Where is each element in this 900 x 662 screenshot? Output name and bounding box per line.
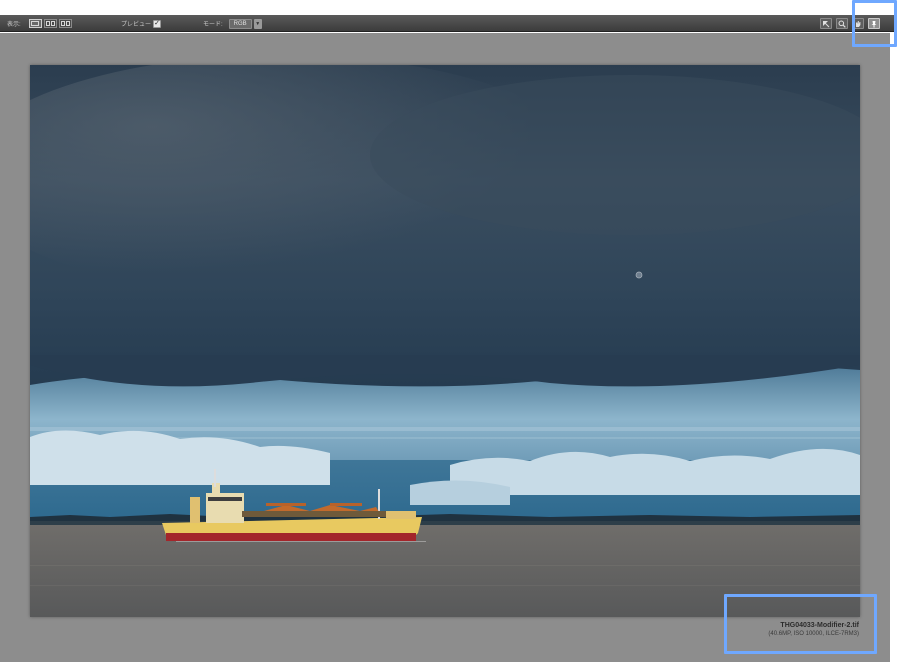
preview-image[interactable] [30,65,860,617]
single-view-icon [31,21,40,26]
view-mode-group: 表示: [7,15,74,32]
side-by-side-icon-right [50,21,55,26]
preview-label: プレビュー [121,22,152,28]
chevron-down-icon[interactable]: ▼ [253,18,262,29]
preview-checkbox[interactable]: ✓ [153,19,162,28]
file-info: THG04033-Modifier-2.tif (40.6MP, ISO 100… [768,621,859,639]
split-view-button[interactable] [58,19,72,28]
view-label: 表示: [7,22,21,28]
preview-toggle[interactable]: プレビュー ✓ [121,15,162,32]
zoom-tool-button[interactable] [836,18,848,29]
window-edge [890,33,900,662]
mode-label: モード: [203,22,223,28]
photo-preview [30,65,860,617]
mode-select-value: RGB [233,20,247,27]
side-by-side-view-button[interactable] [43,19,57,28]
single-view-button[interactable] [28,19,42,28]
preview-canvas[interactable]: THG04033-Modifier-2.tif (40.6MP, ISO 100… [0,33,890,662]
pin-tool-icon [871,20,877,27]
pin-tool-button[interactable] [868,18,880,29]
zoom-tool-icon [838,20,846,28]
arrow-tool-icon [823,20,830,27]
split-view-icon-left [60,21,65,26]
hand-tool-icon [856,20,861,27]
file-meta: (40.6MP, ISO 10000, ILCE-7RM3) [768,631,859,637]
app-window: 表示: プレビュー ✓ モード: RGB ▼ THG04033-Modifier… [0,0,900,662]
file-name: THG04033-Modifier-2.tif [780,622,859,629]
side-by-side-icon-left [45,21,50,26]
split-view-icon-right [65,21,70,26]
arrow-tool-button[interactable] [820,18,832,29]
hand-tool-button[interactable] [852,18,864,29]
mode-group: モード: RGB ▼ [203,15,262,32]
toolbar: 表示: プレビュー ✓ モード: RGB ▼ [0,15,894,32]
mode-select[interactable]: RGB [228,18,252,29]
